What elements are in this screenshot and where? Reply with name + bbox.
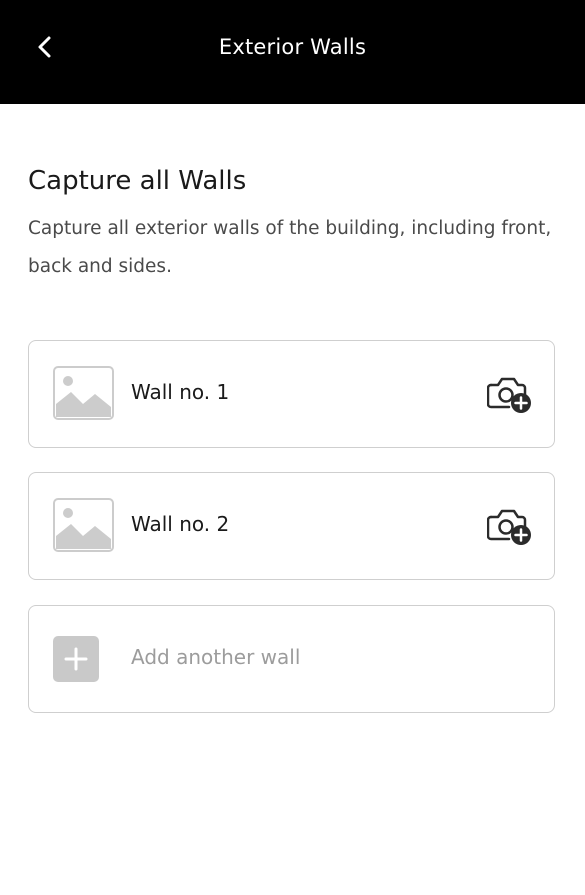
plus-icon-container [53,636,99,682]
wall-label: Wall no. 2 [131,512,230,536]
image-placeholder-icon [53,366,114,420]
section-title: Capture all Walls [28,166,247,196]
section-description: Capture all exterior walls of the buildi… [28,218,552,277]
add-wall-button[interactable]: Add another wall [28,605,555,713]
camera-add-icon[interactable] [487,505,533,547]
plus-icon [64,647,88,671]
add-wall-label: Add another wall [131,645,301,669]
image-placeholder-icon [53,498,114,552]
wall-card-1[interactable]: Wall no. 1 [28,340,555,448]
wall-card-2[interactable]: Wall no. 2 [28,472,555,580]
app-header: Exterior Walls [0,0,585,104]
camera-add-icon[interactable] [487,373,533,415]
page-title: Exterior Walls [218,35,367,59]
wall-label: Wall no. 1 [131,380,230,404]
